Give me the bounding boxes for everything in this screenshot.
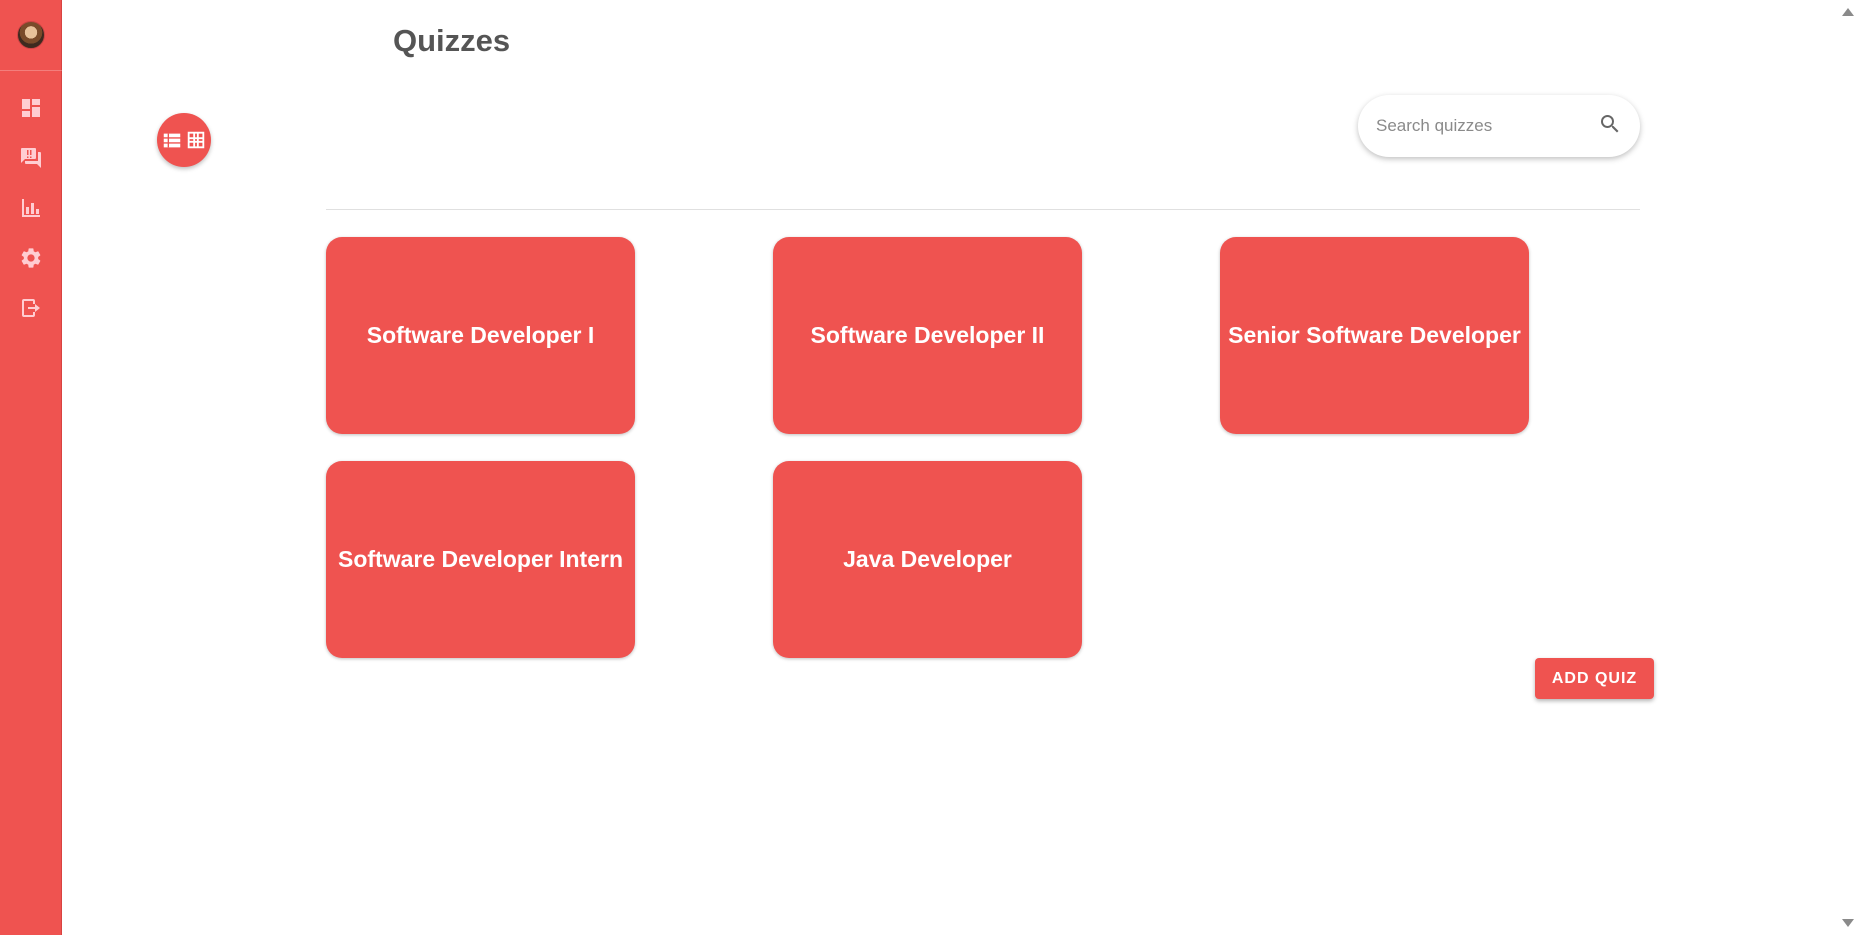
sidebar-item-dashboard[interactable] bbox=[18, 95, 44, 121]
grid-view-icon bbox=[187, 131, 205, 149]
sidebar-item-logout[interactable] bbox=[18, 295, 44, 321]
dashboard-icon bbox=[21, 99, 40, 117]
avatar[interactable] bbox=[16, 21, 45, 49]
list-view-icon bbox=[163, 133, 181, 148]
sidebar bbox=[0, 0, 62, 935]
sidebar-item-quizzes[interactable] bbox=[18, 145, 44, 171]
quiz-card-label: Java Developer bbox=[843, 546, 1012, 572]
view-toggle-button[interactable] bbox=[157, 113, 211, 167]
gear-icon bbox=[21, 248, 40, 268]
sidebar-divider bbox=[0, 70, 62, 71]
search-box bbox=[1358, 95, 1640, 157]
add-quiz-button[interactable]: ADD QUIZ bbox=[1535, 658, 1654, 699]
quiz-card-label: Senior Software Developer bbox=[1228, 322, 1521, 348]
quiz-card[interactable]: Software Developer II bbox=[773, 237, 1082, 434]
quiz-card-label: Software Developer II bbox=[810, 322, 1045, 348]
quiz-card-label: Software Developer I bbox=[366, 322, 595, 348]
quiz-forum-icon bbox=[20, 148, 41, 168]
quiz-card-label: Software Developer Intern bbox=[337, 546, 624, 572]
quiz-card[interactable]: Software Developer I bbox=[326, 237, 635, 434]
quiz-grid: Software Developer I Software Developer … bbox=[326, 237, 1529, 658]
logout-icon bbox=[21, 299, 40, 317]
search-icon[interactable] bbox=[1598, 112, 1622, 141]
content-divider bbox=[326, 209, 1640, 210]
quiz-card[interactable]: Java Developer bbox=[773, 461, 1082, 658]
quiz-card[interactable]: Senior Software Developer bbox=[1220, 237, 1529, 434]
page-title: Quizzes bbox=[393, 23, 511, 58]
sidebar-item-statistics[interactable] bbox=[18, 195, 44, 221]
quiz-card[interactable]: Software Developer Intern bbox=[326, 461, 635, 658]
bar-chart-icon bbox=[21, 199, 40, 217]
sidebar-item-settings[interactable] bbox=[18, 245, 44, 271]
scrollbar-down-arrow[interactable] bbox=[1842, 919, 1854, 927]
scrollbar-up-arrow[interactable] bbox=[1842, 8, 1854, 16]
search-input[interactable] bbox=[1376, 116, 1598, 136]
